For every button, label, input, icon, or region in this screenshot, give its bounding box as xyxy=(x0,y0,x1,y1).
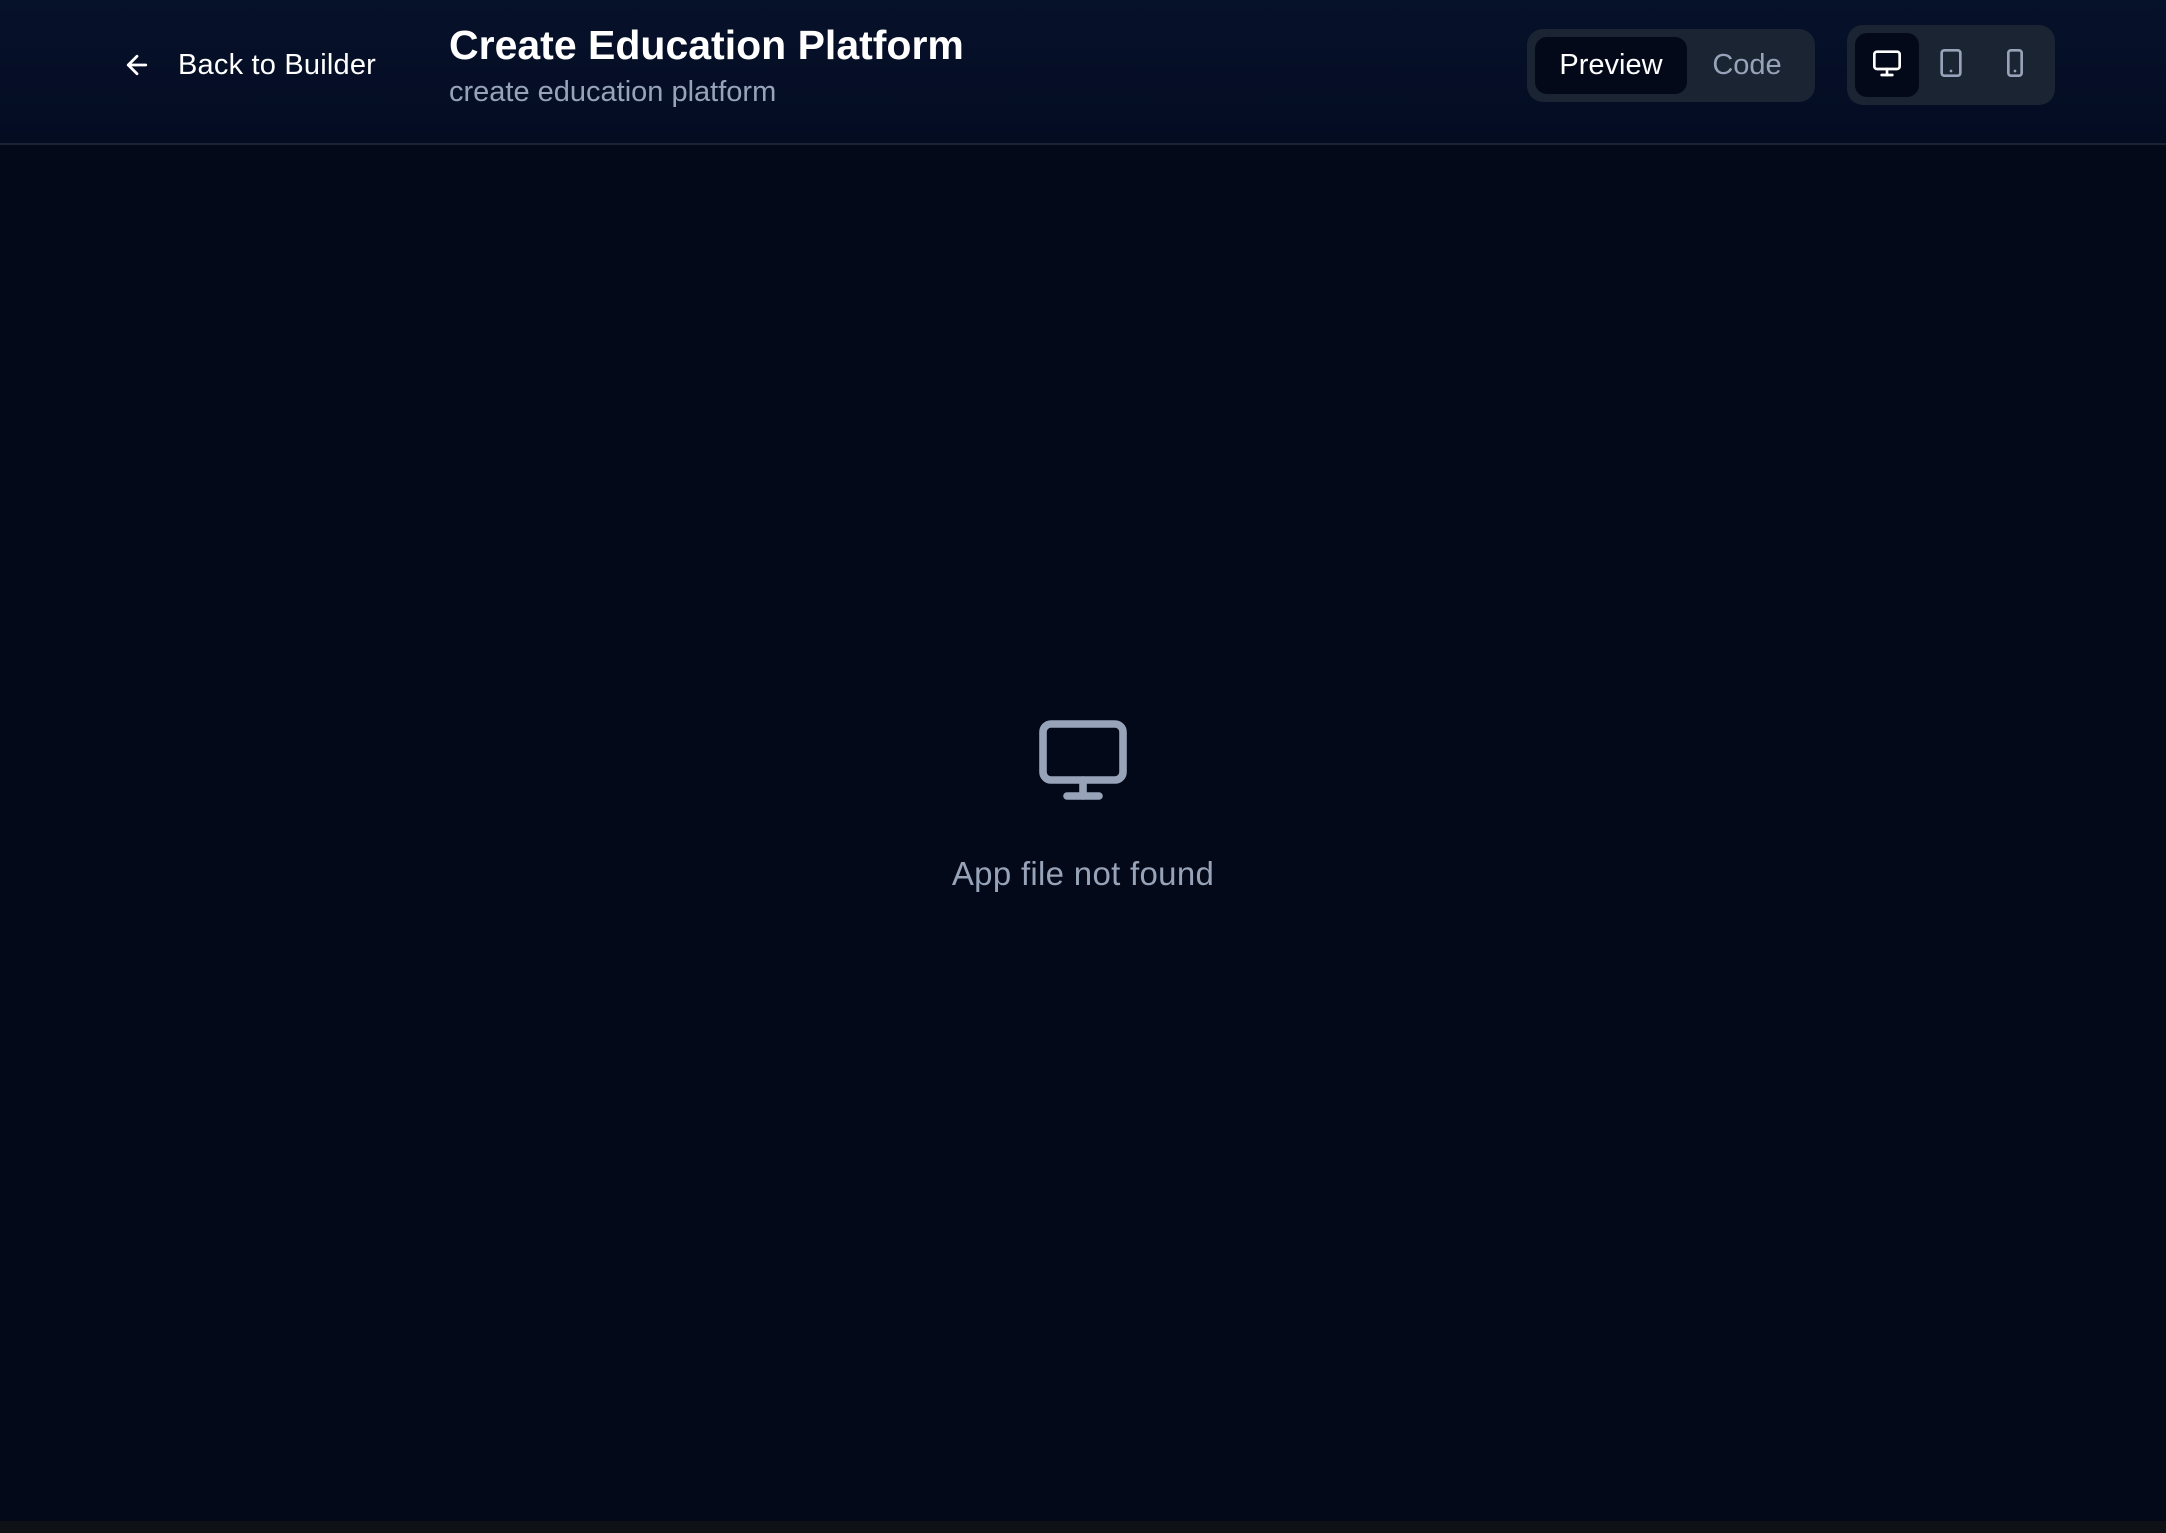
code-tab[interactable]: Code xyxy=(1687,37,1807,94)
desktop-icon xyxy=(1871,47,1903,84)
tablet-icon xyxy=(1935,47,1967,84)
back-to-builder-button[interactable]: Back to Builder xyxy=(122,40,376,90)
tablet-view-button[interactable] xyxy=(1919,33,1983,97)
preview-tab[interactable]: Preview xyxy=(1535,37,1687,94)
page-subtitle: create education platform xyxy=(449,76,777,108)
preview-area: App file not found xyxy=(0,145,2166,1521)
title-block: Create Education Platform create educati… xyxy=(449,18,964,112)
phone-icon xyxy=(1999,47,2031,84)
page-title: Create Education Platform xyxy=(449,22,964,68)
arrow-left-icon xyxy=(122,50,152,80)
desktop-view-button[interactable] xyxy=(1855,33,1919,97)
top-bar: Back to Builder Create Education Platfor… xyxy=(0,0,2166,145)
bottom-edge xyxy=(0,1521,2166,1533)
monitor-icon xyxy=(1035,712,1131,813)
back-button-label: Back to Builder xyxy=(178,48,377,81)
view-mode-toggle: Preview Code xyxy=(1527,29,1815,102)
empty-state: App file not found xyxy=(0,712,2166,893)
empty-state-message: App file not found xyxy=(951,855,1215,892)
device-toggle xyxy=(1847,25,2055,105)
phone-view-button[interactable] xyxy=(1983,33,2047,97)
